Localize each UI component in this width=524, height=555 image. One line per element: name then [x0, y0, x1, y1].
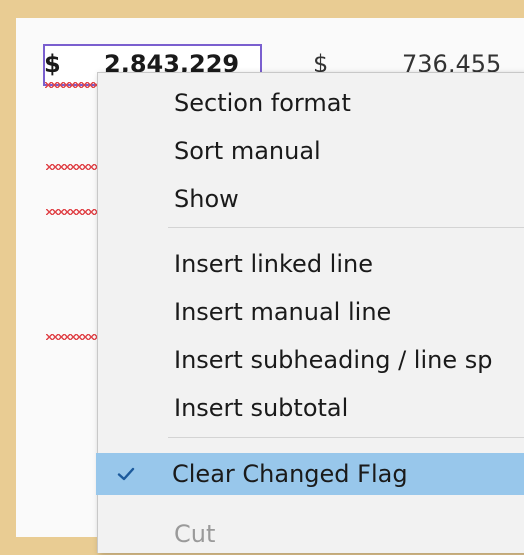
menu-separator: [168, 227, 524, 228]
menu-item-insert-subtotal[interactable]: Insert subtotal: [98, 387, 524, 429]
menu-item-cut[interactable]: Cut: [98, 513, 524, 555]
menu-item-insert-subheading[interactable]: Insert subheading / line sp: [98, 339, 524, 381]
menu-item-label: Cut: [174, 520, 216, 548]
menu-item-label: Section format: [174, 89, 351, 117]
selected-cell-currency: $: [44, 50, 61, 78]
context-menu: Section format Sort manual Show Insert l…: [96, 72, 524, 555]
menu-item-label: Sort manual: [174, 137, 321, 165]
menu-item-label: Clear Changed Flag: [172, 460, 408, 488]
menu-item-label: Insert linked line: [174, 250, 373, 278]
menu-item-insert-linked-line[interactable]: Insert linked line: [98, 243, 524, 285]
menu-item-label: Show: [174, 185, 239, 213]
spellcheck-squiggle: [45, 82, 99, 88]
menu-item-clear-changed-flag[interactable]: Clear Changed Flag: [96, 453, 524, 495]
menu-item-label: Insert manual line: [174, 298, 392, 326]
spellcheck-squiggle: [46, 334, 98, 340]
menu-item-sort-manual[interactable]: Sort manual: [98, 130, 524, 172]
menu-item-insert-manual-line[interactable]: Insert manual line: [98, 291, 524, 333]
menu-item-label: Insert subtotal: [174, 394, 349, 422]
spellcheck-squiggle: [46, 164, 98, 170]
menu-item-show[interactable]: Show: [98, 178, 524, 220]
menu-separator: [168, 437, 524, 438]
spellcheck-squiggle: [46, 209, 98, 215]
menu-item-label: Insert subheading / line sp: [174, 346, 493, 374]
menu-item-section-format[interactable]: Section format: [98, 82, 524, 124]
checkmark-icon: [112, 453, 140, 495]
